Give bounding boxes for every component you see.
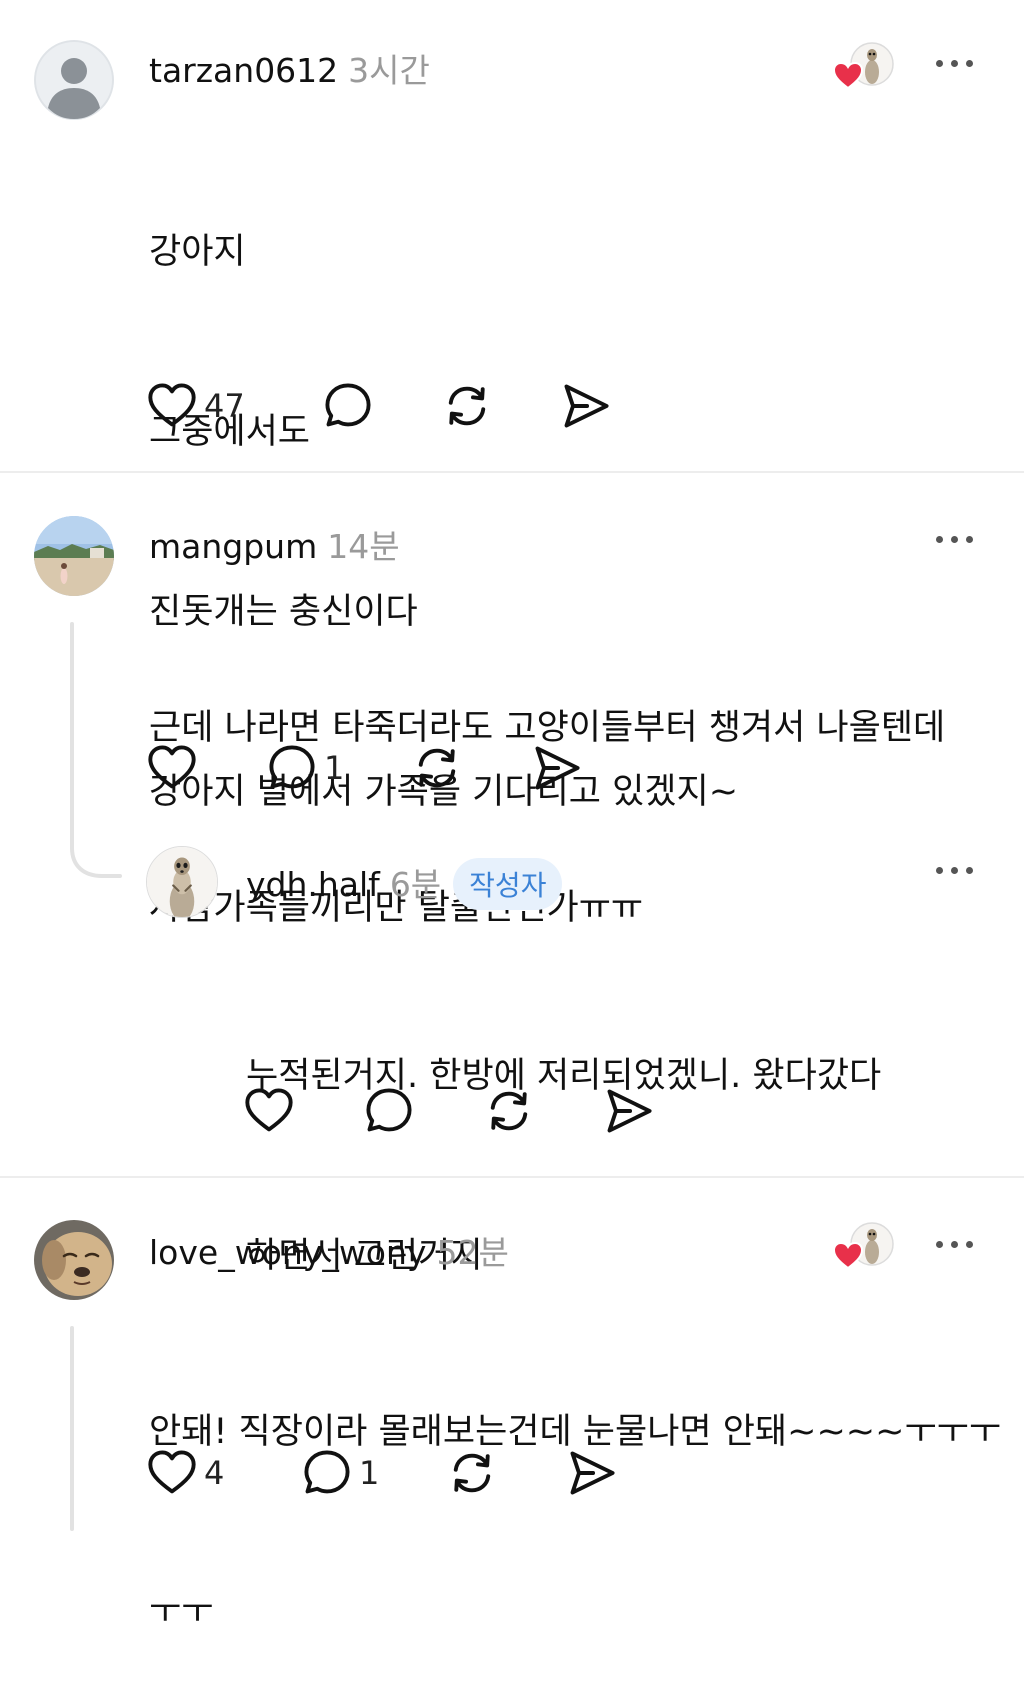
repost-icon xyxy=(483,1085,535,1137)
repost-button[interactable] xyxy=(483,1083,535,1139)
post-header: mangpum 14분 xyxy=(149,520,400,568)
reply-count: 1 xyxy=(359,1454,380,1492)
post-header: tarzan0612 3시간 xyxy=(149,44,430,92)
more-icon[interactable] xyxy=(936,1237,976,1251)
avatar[interactable] xyxy=(34,516,114,596)
heart-icon xyxy=(146,1447,198,1499)
share-icon xyxy=(566,1447,618,1499)
thread-connector xyxy=(70,810,122,878)
share-button[interactable] xyxy=(566,1445,618,1501)
author-badge: 작성자 xyxy=(453,858,563,910)
reply-count: 1 xyxy=(324,749,345,787)
comment-icon xyxy=(322,380,374,432)
username[interactable]: tarzan0612 xyxy=(149,51,338,90)
like-button[interactable] xyxy=(146,740,198,796)
action-bar: 1 xyxy=(146,740,606,796)
repost-button[interactable] xyxy=(411,740,463,796)
share-icon xyxy=(603,1085,655,1137)
heart-icon xyxy=(243,1085,295,1137)
like-button[interactable] xyxy=(243,1083,295,1139)
username[interactable]: mangpum xyxy=(149,527,317,566)
post-header: love_wony_wony 52분 xyxy=(149,1226,509,1274)
repost-button[interactable] xyxy=(441,378,493,434)
comment-icon xyxy=(301,1447,353,1499)
more-icon[interactable] xyxy=(936,532,976,546)
comment-icon xyxy=(266,742,318,794)
share-button[interactable] xyxy=(560,378,612,434)
reply-button[interactable]: 1 xyxy=(266,740,344,796)
avatar[interactable] xyxy=(34,40,114,120)
author-liked-icon xyxy=(832,40,894,94)
reply-button[interactable]: 1 xyxy=(301,1445,379,1501)
repost-icon xyxy=(411,742,463,794)
timestamp: 52분 xyxy=(436,1233,509,1272)
username[interactable]: love_wony_wony xyxy=(149,1233,426,1272)
share-icon xyxy=(531,742,583,794)
share-button[interactable] xyxy=(531,740,583,796)
divider xyxy=(0,471,1024,473)
like-button[interactable]: 47 xyxy=(146,378,245,434)
like-button[interactable]: 4 xyxy=(146,1445,224,1501)
timestamp: 3시간 xyxy=(348,51,430,90)
heart-icon xyxy=(146,380,198,432)
author-liked-icon xyxy=(832,1220,894,1274)
repost-button[interactable] xyxy=(446,1445,498,1501)
username[interactable]: ydh.half xyxy=(246,865,380,904)
share-icon xyxy=(560,380,612,432)
reply-button[interactable] xyxy=(363,1083,415,1139)
thread-line xyxy=(70,622,74,822)
comment-icon xyxy=(363,1085,415,1137)
action-bar: 47 xyxy=(146,378,626,434)
reply-button[interactable] xyxy=(322,378,374,434)
avatar[interactable] xyxy=(34,1220,114,1300)
more-icon[interactable] xyxy=(936,56,976,70)
share-button[interactable] xyxy=(603,1083,655,1139)
timestamp: 14분 xyxy=(327,527,400,566)
like-count: 4 xyxy=(204,1454,225,1492)
avatar[interactable] xyxy=(146,846,218,918)
post-line: ㅜㅜ xyxy=(149,1592,214,1632)
action-bar xyxy=(243,1083,663,1139)
divider xyxy=(0,1176,1024,1178)
more-icon[interactable] xyxy=(936,863,976,877)
thread-line xyxy=(70,1326,74,1531)
heart-icon xyxy=(146,742,198,794)
action-bar: 4 1 xyxy=(146,1445,626,1501)
reply-header: ydh.half 6분 작성자 xyxy=(246,858,563,910)
timestamp: 6분 xyxy=(389,865,442,904)
repost-icon xyxy=(441,380,493,432)
like-count: 47 xyxy=(204,387,245,425)
repost-icon xyxy=(446,1447,498,1499)
post-line: 강아지 xyxy=(149,232,246,272)
